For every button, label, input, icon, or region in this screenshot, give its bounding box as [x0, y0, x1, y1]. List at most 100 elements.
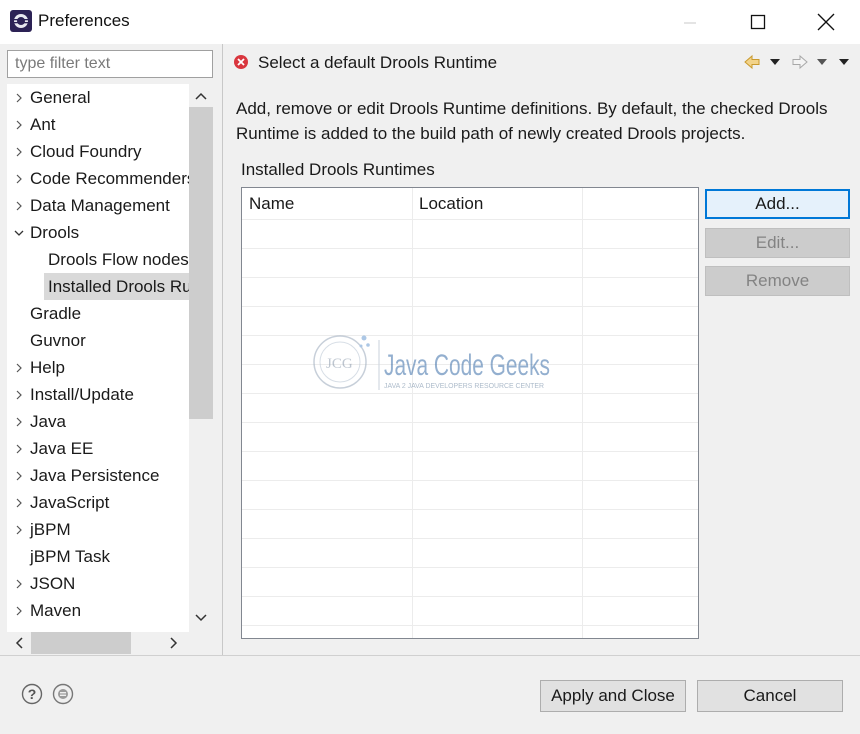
chevron-right-icon[interactable]	[7, 417, 30, 427]
chevron-right-icon[interactable]	[7, 579, 30, 589]
import-export-icon[interactable]	[52, 683, 74, 705]
watermark-tagline-text: JAVA 2 JAVA DEVELOPERS RESOURCE CENTER	[384, 383, 544, 390]
row-divider	[242, 596, 698, 597]
tree-item-java[interactable]: Java	[7, 408, 189, 435]
tree-item-json[interactable]: JSON	[7, 570, 189, 597]
column-header-location[interactable]: Location	[412, 188, 582, 220]
tree-item-install-update[interactable]: Install/Update	[7, 381, 189, 408]
filter-input[interactable]	[7, 50, 213, 78]
back-menu-chevron-icon[interactable]	[770, 59, 780, 65]
error-icon	[234, 55, 248, 69]
runtimes-table[interactable]: Name Location	[241, 187, 699, 639]
close-button[interactable]	[792, 0, 860, 44]
help-icon[interactable]: ?	[21, 683, 43, 705]
chevron-down-icon[interactable]	[7, 229, 30, 237]
chevron-right-icon[interactable]	[7, 471, 30, 481]
chevron-right-icon[interactable]	[7, 498, 30, 508]
forward-arrow-icon[interactable]	[792, 54, 808, 70]
tree-item-label: Java Persistence	[30, 465, 160, 485]
forward-menu-chevron-icon[interactable]	[817, 59, 827, 65]
tree-item-label: General	[30, 87, 91, 107]
tree-item-label: Install/Update	[30, 384, 134, 404]
scroll-left-icon[interactable]	[7, 632, 31, 654]
row-divider	[242, 625, 698, 626]
tree-item-label: Drools	[30, 222, 80, 242]
tree-item-javascript[interactable]: JavaScript	[7, 489, 189, 516]
maximize-button[interactable]	[724, 0, 792, 44]
tree-item-help[interactable]: Help	[7, 354, 189, 381]
tree-item-label: jBPM Task	[30, 546, 110, 566]
tree-item-ant[interactable]: Ant	[7, 111, 189, 138]
tree-horizontal-scroll-thumb[interactable]	[31, 632, 131, 654]
tree-item-label: Installed Drools Runtimes	[48, 276, 189, 296]
view-menu-chevron-icon[interactable]	[839, 59, 849, 65]
tree-item-general[interactable]: General	[7, 84, 189, 111]
tree-item-label: Ant	[30, 114, 56, 134]
minimize-button[interactable]	[656, 0, 724, 44]
tree-item-java-persistence[interactable]: Java Persistence	[7, 462, 189, 489]
row-divider	[242, 422, 698, 423]
add-runtime-button[interactable]: Add...	[705, 189, 850, 219]
chevron-right-icon[interactable]	[7, 93, 30, 103]
watermark-logo-text: JCG	[326, 356, 353, 372]
cancel-button[interactable]: Cancel	[697, 680, 843, 712]
footer-separator	[0, 655, 860, 656]
chevron-right-icon[interactable]	[7, 444, 30, 454]
chevron-right-icon[interactable]	[7, 174, 30, 184]
tree-item-java-ee[interactable]: Java EE	[7, 435, 189, 462]
installed-runtimes-label: Installed Drools Runtimes	[241, 160, 435, 179]
scroll-right-icon[interactable]	[162, 632, 186, 654]
chevron-right-icon[interactable]	[7, 201, 30, 211]
row-divider	[242, 567, 698, 568]
minimize-icon	[684, 22, 696, 24]
tree-item-label: Cloud Foundry	[30, 141, 142, 161]
tree-item-maven[interactable]: Maven	[7, 597, 189, 624]
tree-item-gradle[interactable]: Gradle	[7, 300, 189, 327]
row-divider	[242, 538, 698, 539]
tree-vertical-scroll-thumb[interactable]	[189, 107, 213, 419]
chevron-right-icon[interactable]	[7, 147, 30, 157]
chevron-right-icon[interactable]	[7, 363, 30, 373]
tree-item-jbpm[interactable]: jBPM	[7, 516, 189, 543]
eclipse-app-icon	[10, 10, 32, 32]
row-divider	[242, 306, 698, 307]
tree-item-data-management[interactable]: Data Management	[7, 192, 189, 219]
tree-item-label: jBPM	[30, 519, 71, 539]
close-icon	[817, 13, 835, 31]
tree-item-label: JSON	[30, 573, 76, 593]
row-divider	[242, 509, 698, 510]
column-header-name[interactable]: Name	[242, 188, 412, 220]
tree-item-label: Maven	[30, 600, 82, 620]
tree-item-label: Java	[30, 411, 66, 431]
maximize-icon	[750, 14, 766, 30]
scroll-up-icon[interactable]	[189, 84, 213, 108]
apply-and-close-button[interactable]: Apply and Close	[540, 680, 686, 712]
tree-item-guvnor[interactable]: Guvnor	[7, 327, 189, 354]
page-description: Add, remove or edit Drools Runtime defin…	[236, 99, 828, 143]
row-divider	[242, 248, 698, 249]
column-header-empty[interactable]	[582, 188, 698, 220]
edit-runtime-button[interactable]: Edit...	[705, 228, 850, 258]
back-arrow-icon[interactable]	[744, 54, 760, 70]
page-navigation	[744, 54, 849, 70]
tree-item-installed-drools-runtimes[interactable]: Installed Drools Runtimes	[44, 273, 189, 300]
chevron-right-icon[interactable]	[7, 120, 30, 130]
page-title: Select a default Drools Runtime	[258, 53, 498, 72]
chevron-right-icon[interactable]	[7, 606, 30, 616]
tree-item-label: Data Management	[30, 195, 170, 215]
remove-runtime-button[interactable]: Remove	[705, 266, 850, 296]
tree-item-label: Gradle	[30, 303, 82, 323]
tree-item-label: Guvnor	[30, 330, 86, 350]
scroll-down-icon[interactable]	[189, 606, 213, 630]
tree-item-drools[interactable]: Drools	[7, 219, 189, 246]
tree-item-code-recommenders[interactable]: Code Recommenders	[7, 165, 189, 192]
chevron-right-icon[interactable]	[7, 390, 30, 400]
window-title: Preferences	[38, 11, 130, 30]
pane-divider[interactable]	[222, 44, 223, 656]
tree-item-jbpm-task[interactable]: jBPM Task	[7, 543, 189, 570]
chevron-right-icon[interactable]	[7, 525, 30, 535]
tree-item-label: Help	[30, 357, 65, 377]
row-divider	[242, 480, 698, 481]
tree-item-drools-flow-nodes[interactable]: Drools Flow nodes	[25, 246, 189, 273]
tree-item-cloud-foundry[interactable]: Cloud Foundry	[7, 138, 189, 165]
